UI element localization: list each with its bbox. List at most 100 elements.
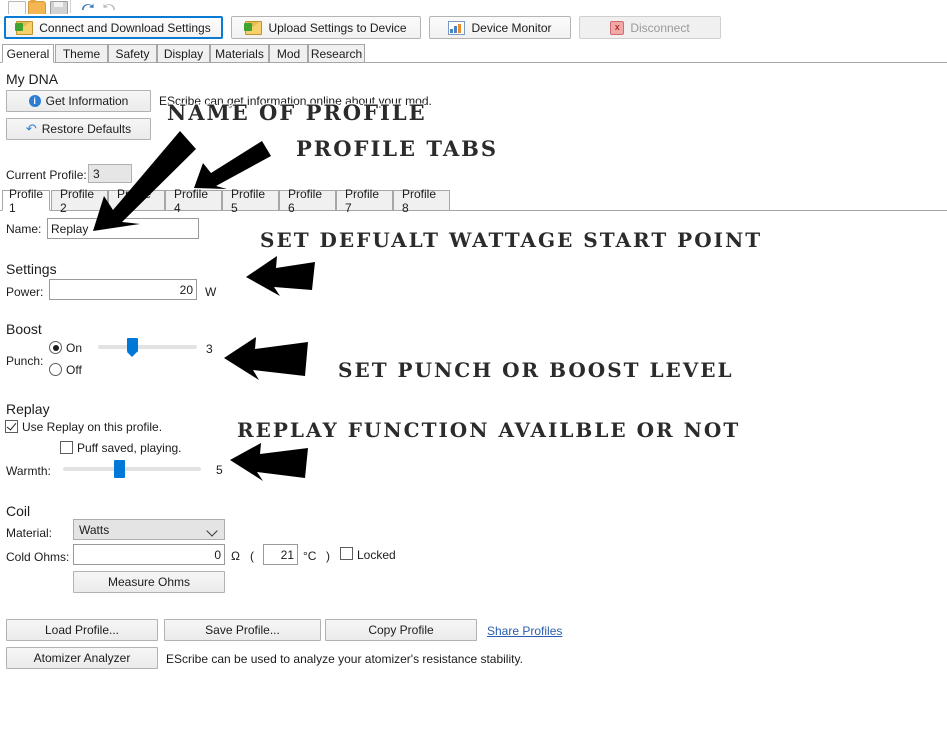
measure-ohms-label: Measure Ohms <box>108 575 190 589</box>
warmth-slider-thumb[interactable] <box>114 460 125 478</box>
punch-off-radio[interactable] <box>49 363 62 376</box>
profile-name-value: Replay <box>51 222 88 236</box>
download-envelope-icon <box>16 21 33 35</box>
toolbar <box>0 0 947 14</box>
profile-tab-bar: Profile 1 Profile 2 Profile 3 Profile 4 … <box>0 190 947 211</box>
annotation-arrow-replay <box>230 443 308 481</box>
tab-mod[interactable]: Mod <box>269 44 308 63</box>
upload-button-label: Upload Settings to Device <box>268 21 406 35</box>
paren-close-label: ) <box>326 549 330 563</box>
annotation-set-default-wattage: SET DEFUALT WATTAGE START POINT <box>260 228 762 252</box>
punch-off-label: Off <box>66 363 82 377</box>
save-disk-icon[interactable] <box>50 1 68 15</box>
use-replay-label: Use Replay on this profile. <box>22 420 162 434</box>
warmth-slider[interactable] <box>63 460 201 478</box>
atomizer-analyzer-button[interactable]: Atomizer Analyzer <box>6 647 158 669</box>
main-tab-bar: General Theme Safety Display Materials M… <box>0 44 947 63</box>
new-document-icon[interactable] <box>8 1 26 15</box>
profile-tab-1[interactable]: Profile 1 <box>2 190 50 211</box>
current-profile-value: 3 <box>93 167 100 181</box>
profile-tab-7-label: Profile 7 <box>345 187 384 215</box>
tab-display[interactable]: Display <box>157 44 210 63</box>
warmth-value: 5 <box>216 463 223 477</box>
share-profiles-link[interactable]: Share Profiles <box>487 624 562 638</box>
name-label: Name: <box>6 222 41 236</box>
power-input[interactable]: 20 <box>49 279 197 300</box>
info-icon: i <box>29 95 41 107</box>
puff-saved-label: Puff saved, playing. <box>77 441 182 455</box>
power-value: 20 <box>180 283 193 297</box>
disconnect-button: x Disconnect <box>579 16 721 39</box>
tab-materials-label: Materials <box>215 47 264 61</box>
atomizer-analyzer-label: Atomizer Analyzer <box>34 651 131 665</box>
temperature-unit-label: °C <box>303 549 316 563</box>
current-profile-spinner[interactable]: 3 <box>88 164 132 183</box>
copy-profile-button[interactable]: Copy Profile <box>325 619 477 641</box>
use-replay-checkbox[interactable] <box>5 420 18 433</box>
material-select[interactable]: Watts <box>73 519 225 540</box>
profile-tab-7[interactable]: Profile 7 <box>336 190 393 211</box>
profile-tab-8[interactable]: Profile 8 <box>393 190 450 211</box>
annotation-replay-function: REPLAY FUNCTION AVAILBLE OR NOT <box>237 418 740 442</box>
boost-heading: Boost <box>6 321 42 337</box>
tab-safety[interactable]: Safety <box>108 44 157 63</box>
upload-settings-to-device-button[interactable]: Upload Settings to Device <box>231 16 421 39</box>
cold-ohms-value: 0 <box>214 548 221 562</box>
ohm-symbol-label: Ω <box>231 549 240 563</box>
temperature-value: 21 <box>281 548 294 562</box>
connect-button-label: Connect and Download Settings <box>39 21 210 35</box>
chart-icon <box>448 21 465 35</box>
restore-defaults-button[interactable]: ↶ Restore Defaults <box>6 118 151 140</box>
close-x-icon: x <box>610 21 624 35</box>
profile-tab-2-label: Profile 2 <box>60 187 99 215</box>
restore-defaults-label: Restore Defaults <box>42 122 131 136</box>
tab-display-label: Display <box>164 47 203 61</box>
profile-tab-6[interactable]: Profile 6 <box>279 190 336 211</box>
profile-tab-6-label: Profile 6 <box>288 187 327 215</box>
tab-theme[interactable]: Theme <box>55 44 108 63</box>
connect-and-download-settings-button[interactable]: Connect and Download Settings <box>4 16 223 39</box>
locked-checkbox[interactable] <box>340 547 353 560</box>
toolbar-separator <box>70 0 71 13</box>
tab-mod-label: Mod <box>277 47 300 61</box>
tab-research[interactable]: Research <box>308 44 365 63</box>
copy-profile-label: Copy Profile <box>368 623 433 637</box>
temperature-input[interactable]: 21 <box>263 544 298 565</box>
material-value: Watts <box>79 523 109 537</box>
profile-name-input[interactable]: Replay <box>47 218 199 239</box>
punch-slider[interactable] <box>98 338 197 356</box>
cold-ohms-input[interactable]: 0 <box>73 544 225 565</box>
profile-tab-3-label: Profile 3 <box>117 187 156 215</box>
punch-on-radio[interactable] <box>49 341 62 354</box>
device-monitor-button[interactable]: Device Monitor <box>429 16 571 39</box>
cold-ohms-label: Cold Ohms: <box>6 550 69 564</box>
annotation-arrow-punch <box>224 337 308 380</box>
warmth-label: Warmth: <box>6 464 51 478</box>
save-profile-button[interactable]: Save Profile... <box>164 619 321 641</box>
power-unit-label: W <box>205 285 216 299</box>
punch-slider-track <box>98 345 197 349</box>
profile-tab-4[interactable]: Profile 4 <box>165 190 222 211</box>
punch-value: 3 <box>206 342 213 356</box>
upload-envelope-icon <box>245 21 262 35</box>
settings-heading: Settings <box>6 261 57 277</box>
puff-saved-checkbox[interactable] <box>60 441 73 454</box>
profile-tab-2[interactable]: Profile 2 <box>51 190 108 211</box>
open-folder-icon[interactable] <box>28 1 46 15</box>
profile-tab-5[interactable]: Profile 5 <box>222 190 279 211</box>
my-dna-help-text: EScribe can get information online about… <box>159 94 432 108</box>
annotation-arrow-wattage <box>246 256 315 296</box>
current-profile-label: Current Profile: <box>6 168 87 182</box>
annotation-set-punch-boost: SET PUNCH OR BOOST LEVEL <box>338 358 734 382</box>
load-profile-button[interactable]: Load Profile... <box>6 619 158 641</box>
profile-tab-8-label: Profile 8 <box>402 187 441 215</box>
punch-slider-thumb[interactable] <box>127 338 138 352</box>
measure-ohms-button[interactable]: Measure Ohms <box>73 571 225 593</box>
undo-arrow-icon[interactable] <box>80 1 95 13</box>
get-information-button[interactable]: i Get Information <box>6 90 151 112</box>
tab-materials[interactable]: Materials <box>210 44 269 63</box>
punch-on-label: On <box>66 341 82 355</box>
tab-general[interactable]: General <box>2 44 54 63</box>
profile-tab-3[interactable]: Profile 3 <box>108 190 165 211</box>
chevron-down-icon <box>206 525 217 536</box>
